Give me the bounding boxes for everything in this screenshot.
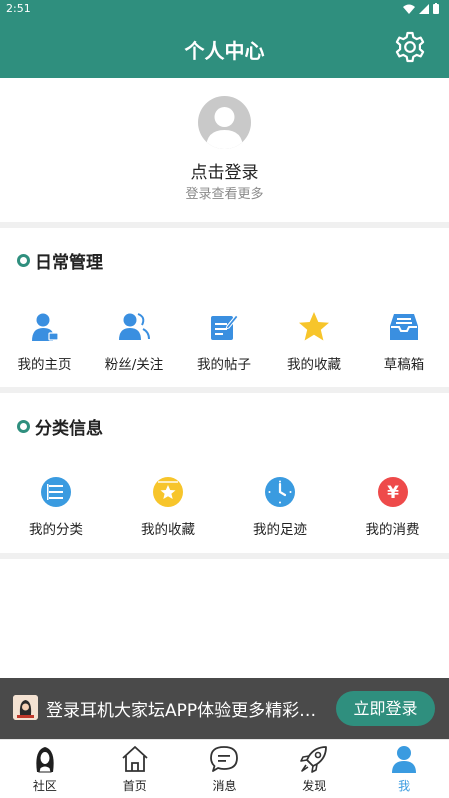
divider <box>0 553 449 559</box>
rocket-icon <box>299 744 329 774</box>
community-avatar-icon <box>30 744 60 774</box>
avatar[interactable] <box>198 96 251 149</box>
user-home-icon <box>28 310 62 344</box>
followers-icon <box>117 310 151 344</box>
grid-item-my-footprints[interactable]: 我的足迹 <box>224 475 336 538</box>
nav-label: 消息 <box>212 779 237 793</box>
grid-item-my-spending[interactable]: ¥ 我的消费 <box>336 475 449 538</box>
section-title: 分类信息 <box>35 419 103 439</box>
nav-item-home[interactable]: 首页 <box>90 740 180 798</box>
nav-item-community[interactable]: 社区 <box>0 740 90 798</box>
grid-label: 我的分类 <box>29 522 83 538</box>
login-link[interactable]: 点击登录 <box>0 158 449 183</box>
grid-item-followers[interactable]: 粉丝/关注 <box>89 310 179 373</box>
banner-text: 登录耳机大家坛APP体验更多精彩内容 <box>46 701 328 721</box>
home-icon <box>120 744 150 774</box>
clock-icon <box>263 475 297 509</box>
status-icons <box>403 3 439 14</box>
grid-item-my-favorites[interactable]: 我的收藏 <box>269 310 359 373</box>
divider <box>0 222 449 228</box>
grid-label: 我的收藏 <box>287 357 341 373</box>
star-icon <box>297 310 331 344</box>
section-dot-icon <box>17 420 30 433</box>
grid-label: 我的帖子 <box>197 357 251 373</box>
app-bar: 个人中心 <box>0 18 449 78</box>
grid-item-my-homepage[interactable]: 我的主页 <box>0 310 89 373</box>
star-badge-icon <box>151 475 185 509</box>
profile-section: 点击登录 登录查看更多 <box>0 78 449 222</box>
grid-item-my-categories[interactable]: 我的分类 <box>0 475 112 538</box>
nav-label: 发现 <box>302 779 327 793</box>
default-avatar-icon <box>206 107 243 149</box>
section-title: 日常管理 <box>35 253 103 273</box>
yuan-icon: ¥ <box>376 475 410 509</box>
settings-button[interactable] <box>393 30 427 64</box>
nav-item-messages[interactable]: 消息 <box>180 740 270 798</box>
drafts-inbox-icon <box>387 310 421 344</box>
grid-item-my-favorites-2[interactable]: 我的收藏 <box>112 475 224 538</box>
message-icon <box>209 744 239 774</box>
section-dot-icon <box>17 254 30 267</box>
list-icon <box>39 475 73 509</box>
nav-label: 首页 <box>122 779 147 793</box>
status-bar: 2:51 <box>0 0 449 18</box>
grid-label: 我的足迹 <box>253 522 307 538</box>
login-subtitle: 登录查看更多 <box>185 187 264 202</box>
login-banner: 登录耳机大家坛APP体验更多精彩内容 立即登录 <box>0 678 449 739</box>
battery-icon <box>433 3 439 14</box>
wifi-icon <box>403 4 415 14</box>
app-logo <box>13 695 38 720</box>
divider <box>0 387 449 393</box>
page-title: 个人中心 <box>184 39 265 63</box>
status-time: 2:51 <box>6 2 31 15</box>
grid-item-drafts[interactable]: 草稿箱 <box>359 310 449 373</box>
grid-label: 我的消费 <box>365 522 420 538</box>
nav-label: 我 <box>398 779 411 793</box>
section-header-category: 分类信息 <box>17 414 103 439</box>
section-header-daily: 日常管理 <box>17 248 103 273</box>
user-icon <box>389 744 419 774</box>
login-now-button[interactable]: 立即登录 <box>336 691 435 726</box>
grid-label: 我的收藏 <box>141 522 195 538</box>
bottom-nav: 社区 首页 消息 发现 我 <box>0 739 449 798</box>
nav-item-me[interactable]: 我 <box>359 740 449 798</box>
yuan-symbol: ¥ <box>387 483 399 503</box>
grid-item-my-posts[interactable]: 我的帖子 <box>179 310 269 373</box>
nav-label: 社区 <box>32 779 57 793</box>
signal-icon <box>419 3 429 14</box>
grid-label: 我的主页 <box>17 357 72 373</box>
grid-label: 粉丝/关注 <box>104 357 164 373</box>
grid-label: 草稿箱 <box>383 357 425 373</box>
gear-icon <box>395 31 425 63</box>
post-edit-icon <box>207 310 241 344</box>
nav-item-discover[interactable]: 发现 <box>269 740 359 798</box>
